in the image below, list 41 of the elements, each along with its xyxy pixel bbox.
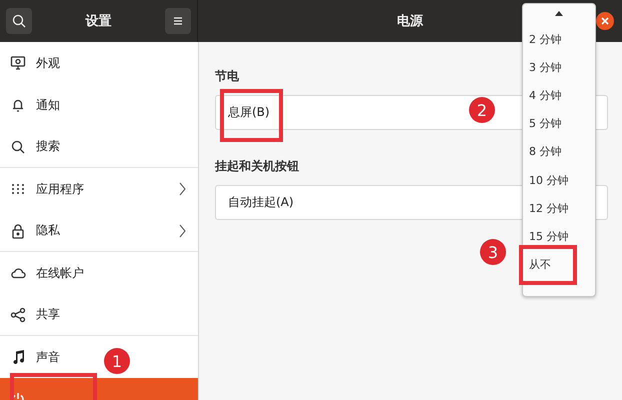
display-icon: [10, 55, 26, 71]
search-button[interactable]: [6, 8, 32, 34]
sidebar-label[interactable]: 隐私: [36, 222, 60, 239]
highlight-frame: [519, 245, 577, 285]
menu-button[interactable]: [165, 8, 191, 34]
share-icon: [10, 306, 26, 322]
menu-item[interactable]: 4 分钟: [523, 81, 562, 110]
sidebar-label[interactable]: 应用程序: [36, 180, 84, 198]
step-number: 3: [480, 239, 506, 265]
close-button[interactable]: [596, 12, 614, 30]
bell-icon: [10, 97, 26, 113]
setting-label[interactable]: 自动挂起(A): [228, 194, 294, 211]
sidebar-label[interactable]: 外观: [36, 54, 60, 72]
section-title: 节电: [215, 68, 240, 85]
setting-label[interactable]: 息屏(B): [228, 104, 270, 121]
menu-item[interactable]: 从不: [523, 250, 551, 279]
menu-item[interactable]: 5 分钟: [523, 110, 562, 138]
chevron-icon: [179, 224, 186, 238]
menu-icon: [172, 15, 184, 27]
sidebar-label[interactable]: 通知: [36, 96, 60, 114]
close-icon: [601, 17, 609, 25]
search-icon: [11, 13, 27, 29]
section-title: 挂起和关机按钮: [215, 158, 300, 175]
up-arrow-icon[interactable]: [555, 11, 563, 16]
menu-item[interactable]: 3 分钟: [523, 53, 562, 82]
menu-item[interactable]: 15 分钟: [523, 222, 568, 250]
sidebar-title: 设置: [86, 13, 112, 30]
sidebar-label[interactable]: 声音: [36, 348, 60, 366]
highlight-frame: [220, 89, 283, 142]
menu-item[interactable]: 12 分钟: [523, 194, 568, 222]
sidebar-label[interactable]: 共享: [36, 306, 60, 323]
search-icon: [10, 138, 26, 154]
grid-icon: [10, 181, 26, 197]
sidebar-label[interactable]: 在线帐户: [36, 264, 84, 282]
menu-item[interactable]: 10 分钟: [523, 166, 568, 194]
lock-icon: [10, 222, 26, 238]
window-title: 电源: [397, 13, 423, 30]
chevron-icon: [179, 182, 186, 196]
sidebar-label[interactable]: 搜索: [36, 138, 60, 155]
menu-item[interactable]: 8 分钟: [523, 138, 562, 166]
menu-item[interactable]: 2 分钟: [523, 25, 562, 54]
